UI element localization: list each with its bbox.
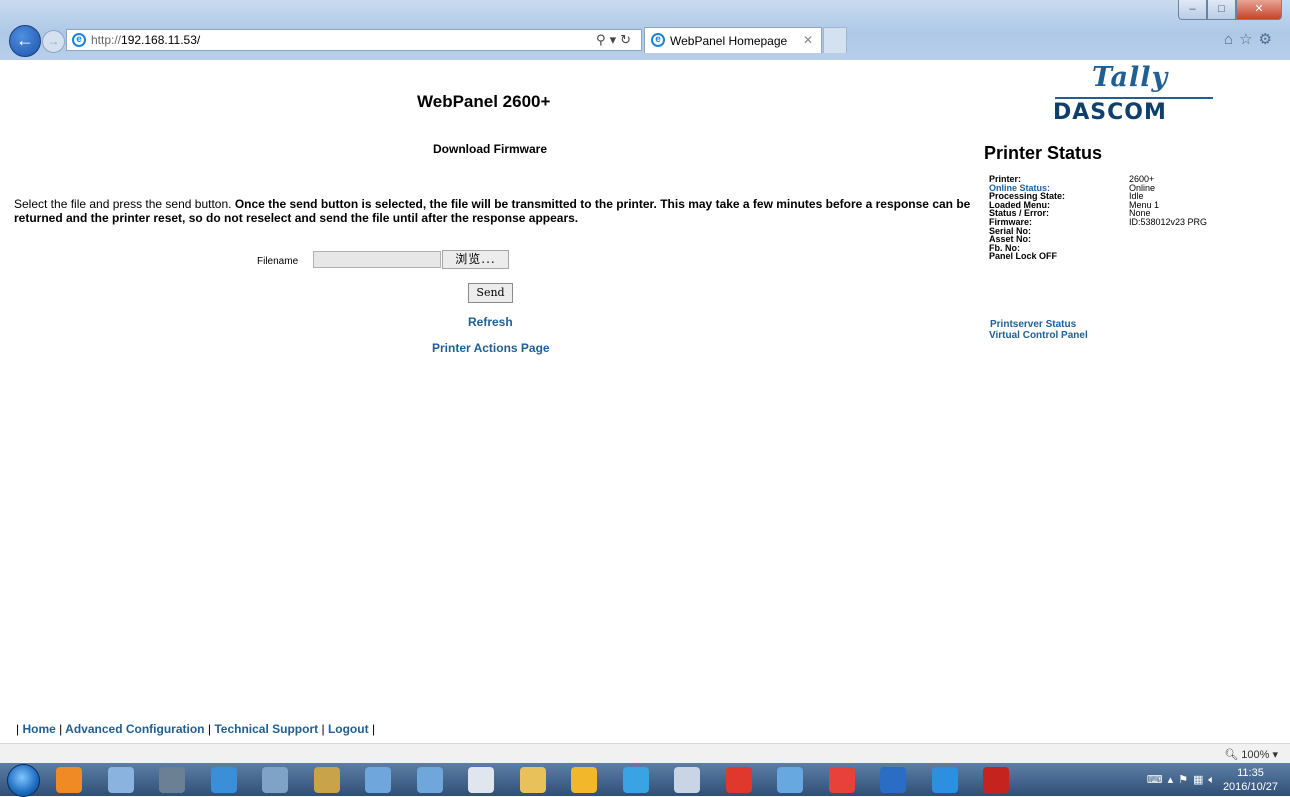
- grid-app-icon[interactable]: [107, 767, 134, 793]
- browser-statusbar: 🔍︎ 100% ▾: [0, 743, 1290, 764]
- taskbar-clock[interactable]: 11:35 2016/10/27: [1223, 766, 1278, 794]
- status-value: ID:538012v23 PRG: [1129, 216, 1208, 227]
- filename-input[interactable]: [313, 251, 441, 268]
- red-app-icon[interactable]: [725, 767, 752, 793]
- home-link[interactable]: Home: [22, 722, 55, 736]
- zoom-level: 100%: [1241, 749, 1270, 761]
- heart-app-icon[interactable]: [828, 767, 855, 793]
- pdf-reader-icon[interactable]: [983, 767, 1009, 793]
- penguin-icon[interactable]: [571, 767, 597, 793]
- instructions-text: Select the file and press the send butto…: [14, 197, 974, 225]
- advanced-configuration-link[interactable]: Advanced Configuration: [65, 722, 204, 736]
- keyboard-icon[interactable]: ⌨: [1147, 774, 1168, 786]
- separator: |: [371, 722, 376, 736]
- section-title: Download Firmware: [433, 142, 548, 156]
- window-controls: – □ ✕: [1178, 0, 1282, 22]
- fc-app-icon[interactable]: [313, 767, 340, 793]
- word-icon[interactable]: [880, 767, 906, 793]
- new-tab-button[interactable]: [823, 27, 847, 53]
- start-button[interactable]: [7, 764, 40, 797]
- paint-icon[interactable]: [777, 767, 803, 793]
- flag-icon[interactable]: ⚑: [1178, 774, 1193, 786]
- logout-link[interactable]: Logout: [328, 722, 369, 736]
- tally-dascom-logo: Tally DASCOM: [1037, 58, 1227, 128]
- browser-titlebar: – □ ✕ ← → e http://192.168.11.53/ ⚲▾↻ e …: [0, 0, 1290, 60]
- tab-close-icon[interactable]: ✕: [803, 33, 813, 47]
- arrow-right-icon: →: [47, 34, 60, 48]
- logo-dascom-text: DASCOM: [1053, 100, 1167, 125]
- separator: |: [321, 722, 325, 736]
- windows-taskbar: ⌨▴⚑▦🔈︎ 11:35 2016/10/27: [0, 763, 1290, 797]
- clock-time: 11:35: [1237, 767, 1264, 779]
- maximize-button[interactable]: □: [1207, 0, 1236, 20]
- page-title: WebPanel 2600+: [417, 92, 551, 111]
- search-icon[interactable]: ⚲: [596, 32, 610, 47]
- minimize-button[interactable]: –: [1178, 0, 1207, 20]
- refresh-icon[interactable]: ↻: [620, 32, 635, 47]
- internet-explorer-icon[interactable]: [931, 767, 958, 793]
- technical-support-link[interactable]: Technical Support: [214, 722, 318, 736]
- home-icon[interactable]: ⌂: [1224, 31, 1239, 48]
- url-text[interactable]: http://192.168.11.53/: [91, 33, 200, 47]
- close-window-button[interactable]: ✕: [1236, 0, 1282, 20]
- separator: |: [59, 722, 63, 736]
- settings-gear-2-icon[interactable]: [416, 767, 443, 793]
- settings-gear-icon[interactable]: [365, 767, 391, 793]
- forward-button[interactable]: →: [42, 30, 65, 53]
- separator: |: [207, 722, 211, 736]
- printer-status-heading: Printer Status: [984, 143, 1103, 163]
- logo-divider: [1055, 97, 1213, 99]
- printer-actions-link[interactable]: Printer Actions Page: [432, 341, 550, 355]
- address-bar[interactable]: e http://192.168.11.53/ ⚲▾↻: [66, 29, 642, 51]
- instructions-plain: Select the file and press the send butto…: [14, 197, 235, 211]
- url-prefix: http://: [91, 33, 122, 47]
- tray-arrow-icon[interactable]: ▴: [1168, 774, 1179, 786]
- ie-tab-icon: e: [651, 33, 665, 47]
- network-icon[interactable]: [210, 767, 237, 793]
- zoom-control[interactable]: 🔍︎ 100% ▾: [1224, 748, 1278, 761]
- virtual-control-panel-link[interactable]: Virtual Control Panel: [989, 330, 1088, 341]
- printer-app-icon[interactable]: [468, 767, 494, 793]
- gear-icon[interactable]: ⚙: [1259, 31, 1278, 48]
- footer-nav: | Home | Advanced Configuration | Techni…: [16, 722, 375, 736]
- send-button[interactable]: Send: [468, 283, 513, 303]
- separator: |: [16, 722, 20, 736]
- back-button[interactable]: ←: [9, 25, 41, 57]
- browser-toolbar-icons: ⌂☆⚙: [1224, 30, 1278, 48]
- arrow-left-icon: ←: [16, 30, 34, 50]
- network-tray-icon[interactable]: ▦: [1193, 774, 1208, 786]
- zoom-icon: 🔍︎: [1224, 749, 1239, 761]
- browser-tab[interactable]: e WebPanel Homepage ✕: [644, 27, 822, 53]
- ie-page-icon: e: [72, 33, 86, 47]
- tools-icon[interactable]: [674, 767, 700, 793]
- refresh-link[interactable]: Refresh: [468, 315, 513, 329]
- search-refresh-controls[interactable]: ⚲▾↻: [596, 32, 635, 48]
- volume-icon[interactable]: 🔈︎: [1208, 774, 1220, 786]
- printserver-status-link[interactable]: Printserver Status: [990, 319, 1076, 330]
- tab-title: WebPanel Homepage: [670, 34, 788, 48]
- calculator-icon[interactable]: [262, 767, 288, 793]
- logo-tally-text: Tally: [1092, 62, 1169, 93]
- building-icon[interactable]: [159, 767, 185, 793]
- browser-fox-icon[interactable]: [56, 767, 82, 793]
- outlook-icon[interactable]: [622, 767, 649, 793]
- status-key: Panel Lock OFF: [989, 251, 1058, 262]
- dropdown-icon[interactable]: ▾: [610, 32, 621, 47]
- system-tray: ⌨▴⚑▦🔈︎: [1147, 773, 1220, 787]
- file-explorer-icon[interactable]: [519, 767, 546, 793]
- browse-button[interactable]: 浏览...: [442, 250, 509, 269]
- clock-date: 2016/10/27: [1222, 781, 1278, 793]
- url-host: 192.168.11.53/: [121, 33, 201, 47]
- favorites-star-icon[interactable]: ☆: [1239, 31, 1258, 48]
- filename-label: Filename: [257, 256, 299, 267]
